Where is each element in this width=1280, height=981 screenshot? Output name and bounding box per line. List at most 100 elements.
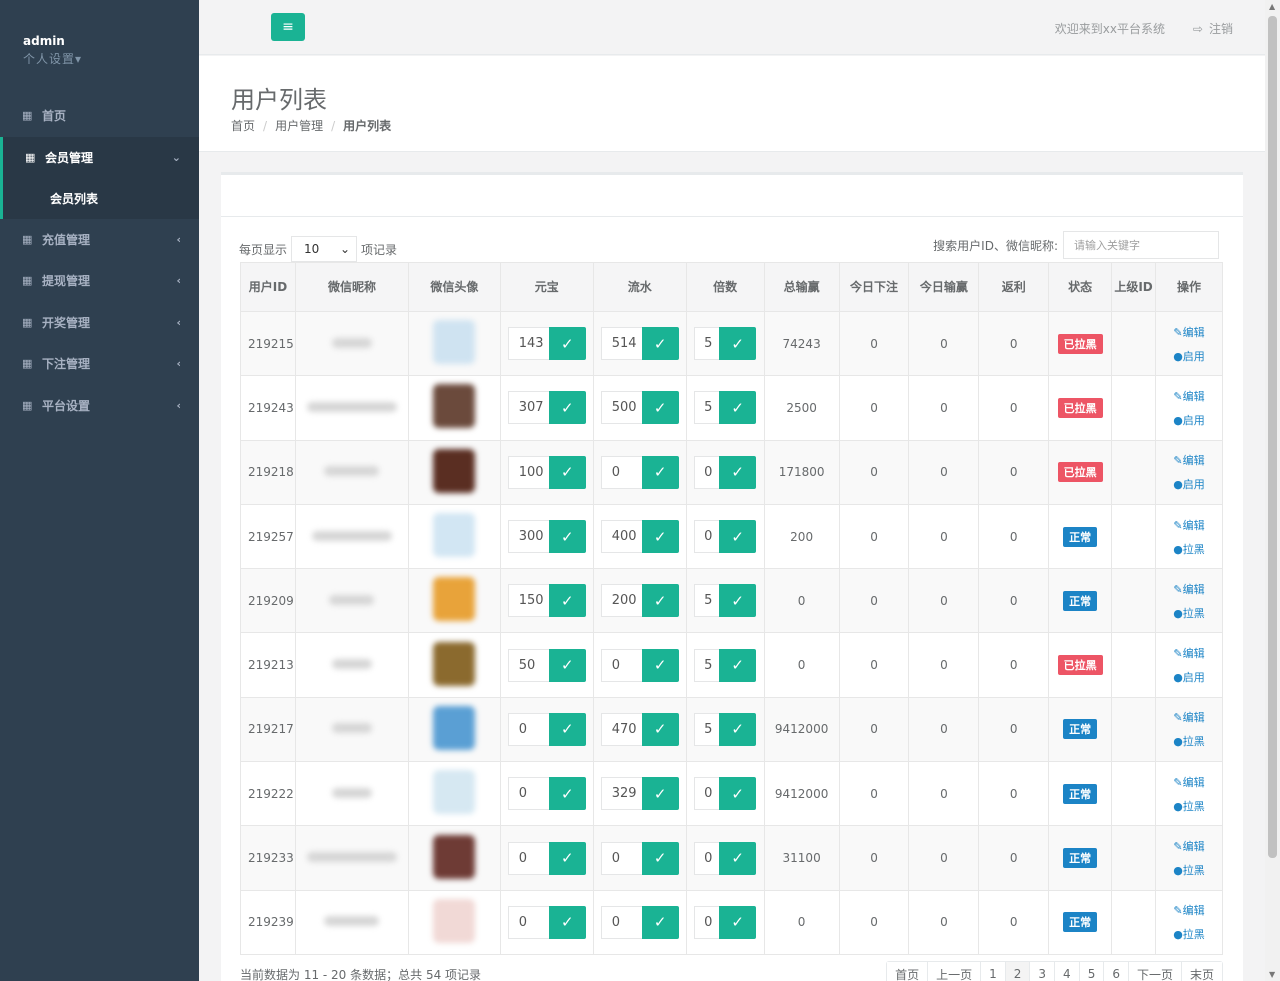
liushui-input[interactable]: 500 [600, 391, 642, 425]
beishu-input[interactable]: 0 [694, 455, 720, 489]
edit-link[interactable]: ✎编辑 [1173, 838, 1204, 854]
beishu-input[interactable]: 5 [694, 327, 720, 361]
yuanbao-input[interactable]: 50 [507, 648, 549, 682]
pagination-item[interactable]: 6 [1103, 962, 1128, 981]
pagination-item[interactable]: 5 [1078, 962, 1104, 981]
confirm-check-icon[interactable]: ✓ [719, 391, 757, 425]
toggle-status-link[interactable]: ●拉黑 [1173, 733, 1205, 749]
beishu-input[interactable]: 0 [694, 520, 720, 554]
beishu-input[interactable]: 5 [694, 712, 720, 746]
toggle-status-link[interactable]: ●启用 [1173, 476, 1205, 492]
confirm-check-icon[interactable]: ✓ [719, 455, 757, 489]
confirm-check-icon[interactable]: ✓ [548, 841, 586, 875]
confirm-check-icon[interactable]: ✓ [548, 712, 586, 746]
confirm-check-icon[interactable]: ✓ [548, 455, 586, 489]
beishu-input[interactable]: 0 [694, 777, 720, 811]
edit-link[interactable]: ✎编辑 [1173, 517, 1204, 533]
beishu-input[interactable]: 5 [694, 584, 720, 618]
col-header[interactable]: 返利 [978, 262, 1050, 312]
confirm-check-icon[interactable]: ✓ [641, 520, 679, 554]
confirm-check-icon[interactable]: ✓ [719, 520, 757, 554]
yuanbao-input[interactable]: 150 [507, 584, 549, 618]
col-header[interactable]: 总输赢 [763, 262, 840, 312]
pagination-item[interactable]: 下一页 [1127, 962, 1181, 981]
confirm-check-icon[interactable]: ✓ [548, 520, 586, 554]
yuanbao-input[interactable]: 0 [507, 905, 549, 939]
edit-link[interactable]: ✎编辑 [1173, 581, 1204, 597]
pagination-item[interactable]: 1 [980, 962, 1005, 981]
pagination-item[interactable]: 末页 [1180, 962, 1222, 981]
edit-link[interactable]: ✎编辑 [1173, 324, 1204, 340]
yuanbao-input[interactable]: 307 [507, 391, 549, 425]
liushui-input[interactable]: 0 [600, 905, 642, 939]
toggle-status-link[interactable]: ●启用 [1173, 669, 1205, 685]
pagination-item[interactable]: 3 [1029, 962, 1055, 981]
liushui-input[interactable]: 0 [600, 455, 642, 489]
toggle-status-link[interactable]: ●拉黑 [1173, 798, 1205, 814]
confirm-check-icon[interactable]: ✓ [719, 777, 757, 811]
yuanbao-input[interactable]: 143 [507, 327, 549, 361]
menu-toggle-button[interactable]: ≡ [271, 13, 305, 41]
beishu-input[interactable]: 5 [694, 648, 720, 682]
col-header[interactable]: 用户ID [240, 262, 296, 312]
liushui-input[interactable]: 514 [600, 327, 642, 361]
sidebar-item-platform-settings[interactable]: ▦ 平台设置 ‹ [0, 385, 199, 427]
sidebar-item-bets[interactable]: ▦ 下注管理 ‹ [0, 343, 199, 385]
personal-settings-dropdown[interactable]: 个人设置▾ [23, 50, 199, 67]
pagination-item[interactable]: 4 [1054, 962, 1079, 981]
confirm-check-icon[interactable]: ✓ [641, 712, 679, 746]
toggle-status-link[interactable]: ●拉黑 [1173, 605, 1205, 621]
edit-link[interactable]: ✎编辑 [1173, 774, 1204, 790]
yuanbao-input[interactable]: 100 [507, 455, 549, 489]
yuanbao-input[interactable]: 300 [507, 520, 549, 554]
yuanbao-input[interactable]: 0 [507, 712, 549, 746]
confirm-check-icon[interactable]: ✓ [548, 648, 586, 682]
breadcrumb-user-management[interactable]: 用户管理 [275, 119, 323, 133]
toggle-status-link[interactable]: ●拉黑 [1173, 862, 1205, 878]
confirm-check-icon[interactable]: ✓ [641, 905, 679, 939]
col-header[interactable]: 微信昵称 [294, 262, 409, 312]
confirm-check-icon[interactable]: ✓ [719, 905, 757, 939]
pagination-item[interactable]: 上一页 [927, 962, 981, 981]
toggle-status-link[interactable]: ●启用 [1173, 348, 1205, 364]
confirm-check-icon[interactable]: ✓ [641, 327, 679, 361]
col-header[interactable]: 今日下注 [838, 262, 910, 312]
edit-link[interactable]: ✎编辑 [1173, 709, 1204, 725]
edit-link[interactable]: ✎编辑 [1173, 452, 1204, 468]
confirm-check-icon[interactable]: ✓ [548, 391, 586, 425]
col-header[interactable]: 状态 [1048, 262, 1113, 312]
confirm-check-icon[interactable]: ✓ [548, 327, 586, 361]
edit-link[interactable]: ✎编辑 [1173, 902, 1204, 918]
confirm-check-icon[interactable]: ✓ [641, 777, 679, 811]
confirm-check-icon[interactable]: ✓ [548, 777, 586, 811]
confirm-check-icon[interactable]: ✓ [719, 712, 757, 746]
scroll-down-icon[interactable]: ▼ [1269, 970, 1275, 979]
col-header[interactable]: 流水 [592, 262, 687, 312]
beishu-input[interactable]: 0 [694, 841, 720, 875]
sidebar-item-recharge[interactable]: ▦ 充值管理 ‹ [0, 219, 199, 261]
col-header[interactable]: 元宝 [499, 262, 594, 312]
pagination-item[interactable]: 2 [1004, 962, 1030, 981]
pagination-item[interactable]: 首页 [887, 962, 928, 981]
liushui-input[interactable]: 400 [600, 520, 642, 554]
liushui-input[interactable]: 329 [600, 777, 642, 811]
confirm-check-icon[interactable]: ✓ [641, 841, 679, 875]
beishu-input[interactable]: 0 [694, 905, 720, 939]
confirm-check-icon[interactable]: ✓ [548, 905, 586, 939]
confirm-check-icon[interactable]: ✓ [719, 648, 757, 682]
yuanbao-input[interactable]: 0 [507, 777, 549, 811]
liushui-input[interactable]: 0 [600, 648, 642, 682]
toggle-status-link[interactable]: ●拉黑 [1173, 926, 1205, 942]
col-header[interactable]: 上级ID [1111, 262, 1156, 312]
page-size-select[interactable]: 10 ⌄ [291, 236, 358, 262]
sidebar-item-withdraw[interactable]: ▦ 提现管理 ‹ [0, 260, 199, 302]
confirm-check-icon[interactable]: ✓ [719, 841, 757, 875]
confirm-check-icon[interactable]: ✓ [548, 584, 586, 618]
edit-link[interactable]: ✎编辑 [1173, 645, 1204, 661]
beishu-input[interactable]: 5 [694, 391, 720, 425]
liushui-input[interactable]: 200 [600, 584, 642, 618]
liushui-input[interactable]: 470 [600, 712, 642, 746]
confirm-check-icon[interactable]: ✓ [719, 327, 757, 361]
yuanbao-input[interactable]: 0 [507, 841, 549, 875]
breadcrumb-home[interactable]: 首页 [231, 119, 255, 133]
